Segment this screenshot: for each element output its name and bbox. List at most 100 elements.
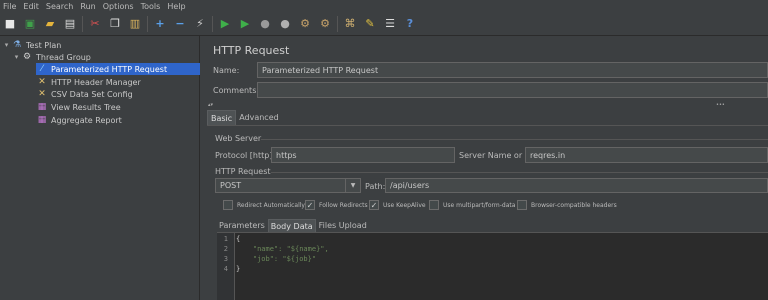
line-number-gutter: 1 2 3 4 — [217, 233, 235, 300]
tree-item-thread-group[interactable]: ▾ ⚙ Thread Group — [12, 51, 198, 63]
http-request-heading: HTTP Request — [215, 167, 271, 176]
tab-advanced[interactable]: Advanced — [236, 110, 282, 125]
collapse-handle[interactable]: ▴▾ ••• — [208, 102, 768, 108]
checkbox-box[interactable]: ✓ — [369, 200, 379, 210]
multipart-checkbox[interactable]: Use multipart/form-data — [429, 200, 515, 210]
follow-redirects-checkbox[interactable]: ✓ Follow Redirects — [305, 200, 368, 210]
tab-basic[interactable]: Basic — [207, 110, 237, 125]
code-line: { — [236, 235, 241, 243]
shutdown-icon[interactable]: ● — [277, 16, 293, 32]
checkbox-label: Use multipart/form-data — [443, 201, 516, 209]
save-icon[interactable]: ▤ — [62, 16, 78, 32]
stop-icon[interactable]: ● — [257, 16, 273, 32]
menu-file[interactable]: File — [3, 2, 16, 11]
copy-icon[interactable]: ❐ — [107, 16, 123, 32]
checkbox-label: Browser-compatible headers — [531, 201, 617, 209]
checkbox-box[interactable] — [429, 200, 439, 210]
menu-search[interactable]: Search — [46, 2, 73, 11]
cut-icon[interactable]: ✂ — [87, 16, 103, 32]
open-folder-icon[interactable]: ▰ — [42, 16, 58, 32]
broom-icon[interactable]: ✎ — [362, 16, 378, 32]
remote-start-icon[interactable]: ⚙ — [297, 16, 313, 32]
path-field[interactable]: /api/users — [385, 178, 768, 193]
toolbar-separator — [147, 15, 148, 32]
checkbox-box[interactable] — [517, 200, 527, 210]
remote-stop-icon[interactable]: ⚙ — [317, 16, 333, 32]
web-server-heading: Web Server — [215, 134, 262, 143]
menu-options[interactable]: Options — [103, 2, 134, 11]
collapse-arrows-icon: ▴▾ — [208, 102, 214, 108]
wrench-icon: ✕ — [38, 77, 46, 87]
function-helper-icon[interactable]: ☰ — [382, 16, 398, 32]
line-number: 2 — [223, 245, 228, 253]
tree-item-label: Thread Group — [36, 52, 91, 62]
keepalive-checkbox[interactable]: ✓ Use KeepAlive — [369, 200, 426, 210]
divider — [271, 172, 768, 173]
binoculars-icon[interactable]: ⌘ — [342, 16, 358, 32]
config-tabs: Basic Advanced — [207, 110, 282, 125]
comments-field[interactable] — [257, 82, 768, 98]
tree-item-aggregate-report[interactable]: ▦ Aggregate Report — [36, 114, 198, 126]
tab-files-upload[interactable]: Files Upload — [317, 219, 369, 232]
name-field[interactable]: Parameterized HTTP Request — [257, 62, 768, 78]
pipette-icon: ⁄ — [41, 64, 43, 74]
redirect-auto-checkbox[interactable]: Redirect Automatically — [223, 200, 305, 210]
checkbox-label: Follow Redirects — [319, 201, 368, 209]
menu-edit[interactable]: Edit — [23, 2, 39, 11]
tree-item-label: HTTP Header Manager — [51, 77, 141, 87]
server-field[interactable]: reqres.in — [525, 147, 768, 163]
page-title: HTTP Request — [213, 44, 290, 57]
toolbar-separator — [337, 15, 338, 32]
chevron-down-icon[interactable]: ▼ — [345, 179, 360, 192]
start-no-pauses-icon[interactable]: ▶ — [237, 16, 253, 32]
tab-divider — [207, 125, 768, 126]
tab-parameters[interactable]: Parameters — [217, 219, 267, 232]
menu-tools[interactable]: Tools — [141, 2, 161, 11]
toggle-icon[interactable]: ⚡ — [192, 16, 208, 32]
checkbox-label: Use KeepAlive — [383, 201, 426, 209]
code-line: "name": "${name}", — [236, 245, 329, 253]
tree-item-test-plan[interactable]: ▾ ⚗ Test Plan — [2, 39, 198, 51]
tab-body-data[interactable]: Body Data — [267, 219, 316, 232]
comments-label: Comments: — [213, 86, 260, 95]
browser-headers-checkbox[interactable]: Browser-compatible headers — [517, 200, 617, 210]
tree-item-results-tree[interactable]: ▦ View Results Tree — [36, 101, 198, 113]
checkbox-box[interactable] — [223, 200, 233, 210]
tree-item-label: Aggregate Report — [51, 115, 122, 125]
tree-item-csv-config[interactable]: ✕ CSV Data Set Config — [36, 88, 198, 100]
menu-help[interactable]: Help — [167, 2, 185, 11]
checkbox-label: Redirect Automatically — [237, 201, 305, 209]
menu-run[interactable]: Run — [80, 2, 95, 11]
menu-bar: File Edit Search Run Options Tools Help — [0, 0, 768, 12]
tree-item-label: Test Plan — [26, 40, 62, 50]
tree-item-label: Parameterized HTTP Request — [51, 64, 168, 74]
help-icon[interactable]: ? — [402, 16, 418, 32]
flask-icon: ⚗ — [12, 40, 22, 50]
tree-item-label: CSV Data Set Config — [51, 89, 133, 99]
line-number: 4 — [223, 265, 228, 273]
chart-icon: ▦ — [37, 115, 47, 125]
name-label: Name: — [213, 66, 240, 75]
new-file-icon[interactable]: ■ — [2, 16, 18, 32]
expand-icon[interactable]: + — [152, 16, 168, 32]
protocol-field[interactable]: https — [271, 147, 455, 163]
line-number: 1 — [223, 235, 228, 243]
chevron-down-icon[interactable]: ▾ — [2, 41, 11, 49]
tree-item-header-manager[interactable]: ✕ HTTP Header Manager — [36, 76, 198, 88]
request-subtabs: Parameters Body Data Files Upload — [217, 219, 370, 232]
start-icon[interactable]: ▶ — [217, 16, 233, 32]
checkbox-box[interactable]: ✓ — [305, 200, 315, 210]
path-label: Path: — [365, 182, 386, 191]
server-label: Server Name or IP: — [459, 151, 535, 160]
chevron-down-icon[interactable]: ▾ — [12, 53, 21, 61]
tree-item-http-request[interactable]: ⁄ Parameterized HTTP Request — [36, 63, 200, 75]
paste-icon[interactable]: ▥ — [127, 16, 143, 32]
templates-icon[interactable]: ▣ — [22, 16, 38, 32]
collapse-icon[interactable]: − — [172, 16, 188, 32]
gear-icon: ⚙ — [22, 52, 32, 62]
tree-item-label: View Results Tree — [51, 102, 121, 112]
body-data-editor[interactable]: 1 2 3 4 { "name": "${name}", "job": "${j… — [217, 232, 768, 300]
divider — [261, 139, 768, 140]
more-icon: ••• — [716, 102, 725, 108]
method-select[interactable]: POST ▼ — [215, 178, 361, 193]
